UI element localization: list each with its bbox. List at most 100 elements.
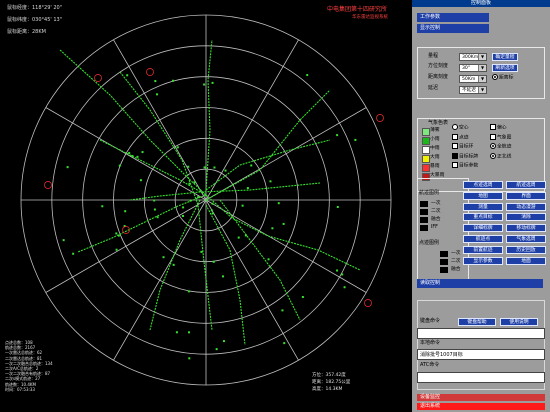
mouse-latitude: 鼠标纬度：030°45' 13" — [7, 17, 63, 23]
track-point — [117, 234, 120, 237]
option-toggle[interactable]: 点迹 — [452, 133, 469, 142]
marker-circle — [94, 74, 102, 82]
weather-swatch — [422, 164, 430, 172]
function-button[interactable]: 清除 — [506, 213, 546, 222]
atc-command-input[interactable] — [417, 372, 545, 383]
refresh-options-button[interactable]: 刷新选项 — [492, 64, 518, 72]
track-point — [221, 275, 224, 278]
institute-title: 中电集团第十四研究所 — [327, 6, 388, 13]
delay-label: 延迟 — [428, 85, 439, 91]
function-button[interactable]: 测量 — [463, 202, 503, 211]
function-button[interactable]: 气象选周 — [506, 235, 546, 243]
equipment-monitor-button[interactable]: 设备监控 — [417, 394, 545, 401]
range-select[interactable]: 300Km ▼ — [459, 53, 487, 61]
height-readout: 高度：14.3KM — [312, 387, 343, 392]
track-trail — [59, 49, 207, 196]
option-toggle[interactable]: 目标参数 — [452, 162, 478, 170]
function-button[interactable]: 地图 — [463, 191, 503, 200]
track-point — [222, 340, 225, 343]
azimuth-line — [205, 199, 299, 361]
keyboard-command-input[interactable] — [417, 328, 545, 339]
distance-select[interactable]: 50Km ▼ — [459, 75, 487, 83]
local-command-input[interactable]: 消除批号1007目标 — [417, 349, 545, 360]
function-button[interactable]: 点迹选周 — [463, 181, 503, 189]
track-point — [211, 202, 214, 205]
chevron-down-icon: ▼ — [478, 65, 486, 71]
track-point — [187, 331, 190, 334]
track-point — [205, 199, 208, 202]
confirm-range-button[interactable]: 确定量程 — [492, 53, 518, 61]
track-point — [336, 269, 339, 272]
option-toggle[interactable]: 气象图 — [490, 133, 511, 142]
status-line: 时间：07:53:33 — [5, 386, 35, 392]
function-button[interactable]: 显示参数 — [463, 256, 503, 265]
track-point — [153, 199, 156, 202]
track-point — [126, 74, 129, 77]
azimuth-line — [205, 39, 299, 201]
delay-select[interactable]: 不延迟 ▼ — [459, 86, 487, 94]
distance-mark-toggle[interactable]: 距离标 — [492, 74, 513, 82]
function-button[interactable]: 前置航迹 — [463, 245, 503, 254]
track-point — [281, 309, 284, 312]
function-button[interactable]: 详细标牌 — [463, 224, 503, 233]
usage-instructions-button[interactable]: 使用说明 — [500, 318, 538, 326]
weather-swatch — [422, 137, 430, 145]
marker-circle — [376, 114, 384, 122]
checkbox-icon — [452, 133, 458, 140]
function-button[interactable]: 动态漫游 — [506, 202, 546, 211]
keyboard-help-button[interactable]: 键盘帮助 — [458, 318, 496, 326]
exit-system-button[interactable]: 退出系统 — [417, 403, 545, 410]
local-command-label: 本地命令 — [420, 340, 441, 346]
track-trail — [205, 39, 213, 191]
track-point — [187, 290, 190, 293]
distance-scale-label: 距离刻度 — [428, 74, 449, 80]
track-point — [124, 210, 127, 213]
track-point — [200, 250, 203, 253]
function-button[interactable]: 移动标牌 — [506, 224, 546, 233]
function-button[interactable]: 历史回放 — [506, 245, 546, 254]
mouse-distance: 鼠标距离：28KM — [7, 29, 46, 35]
option-toggle[interactable]: 正北线 — [490, 152, 511, 161]
plot-legend-title: 点迹图例 — [419, 240, 440, 246]
track-point — [136, 155, 139, 158]
track-point — [343, 286, 346, 289]
function-button[interactable]: 重点目标 — [463, 213, 503, 222]
plot-legend-label: 二次 — [451, 259, 461, 264]
work-params-button[interactable]: 工作参数 — [417, 13, 489, 22]
checkbox-icon — [452, 152, 458, 159]
track-point — [237, 236, 240, 239]
track-point — [141, 151, 144, 154]
checkbox-icon — [452, 162, 458, 168]
read-control-button[interactable]: 读取控制 — [417, 279, 543, 288]
weather-label: 中雨 — [430, 146, 440, 151]
option-toggle[interactable]: 空心 — [452, 124, 469, 132]
azimuth-select[interactable]: 30° ▼ — [459, 64, 487, 72]
option-toggle[interactable]: 目标环 — [452, 143, 473, 151]
display-control-button[interactable]: 显示控制 — [417, 24, 489, 33]
azimuth-line — [45, 199, 207, 293]
track-trail — [149, 199, 201, 331]
option-toggle[interactable]: 偏心 — [490, 124, 507, 132]
radar-display[interactable]: 鼠标经度：118°29' 20" 鼠标纬度：030°45' 13" 鼠标距离：2… — [0, 0, 412, 412]
track-symbol-icon — [420, 217, 428, 223]
weather-swatch — [422, 146, 430, 154]
track-legend-label: 二次 — [431, 209, 441, 214]
track-symbol-icon — [420, 225, 428, 231]
function-button[interactable]: 地面 — [506, 256, 546, 265]
function-button[interactable]: 界面 — [506, 191, 546, 200]
track-legend-label: IFF — [431, 225, 438, 230]
cursor-readout: 方位：357.42度 距离：182.75公里 高度：14.3KM — [312, 372, 350, 393]
track-point — [354, 138, 357, 141]
track-point — [128, 151, 131, 154]
radar-scope[interactable] — [0, 0, 412, 412]
track-legend-title: 航迹图例 — [419, 190, 440, 196]
track-point — [250, 164, 253, 167]
checkbox-icon — [452, 143, 458, 149]
option-toggle[interactable]: 目标标牌 — [452, 152, 478, 161]
azimuth-line — [45, 107, 207, 201]
function-button[interactable]: 航迹点 — [463, 235, 503, 243]
track-point — [246, 187, 249, 190]
track-legend-label: 一次 — [431, 201, 441, 206]
function-button[interactable]: 航迹选周 — [506, 181, 546, 189]
option-toggle[interactable]: 全航迹 — [490, 143, 511, 151]
